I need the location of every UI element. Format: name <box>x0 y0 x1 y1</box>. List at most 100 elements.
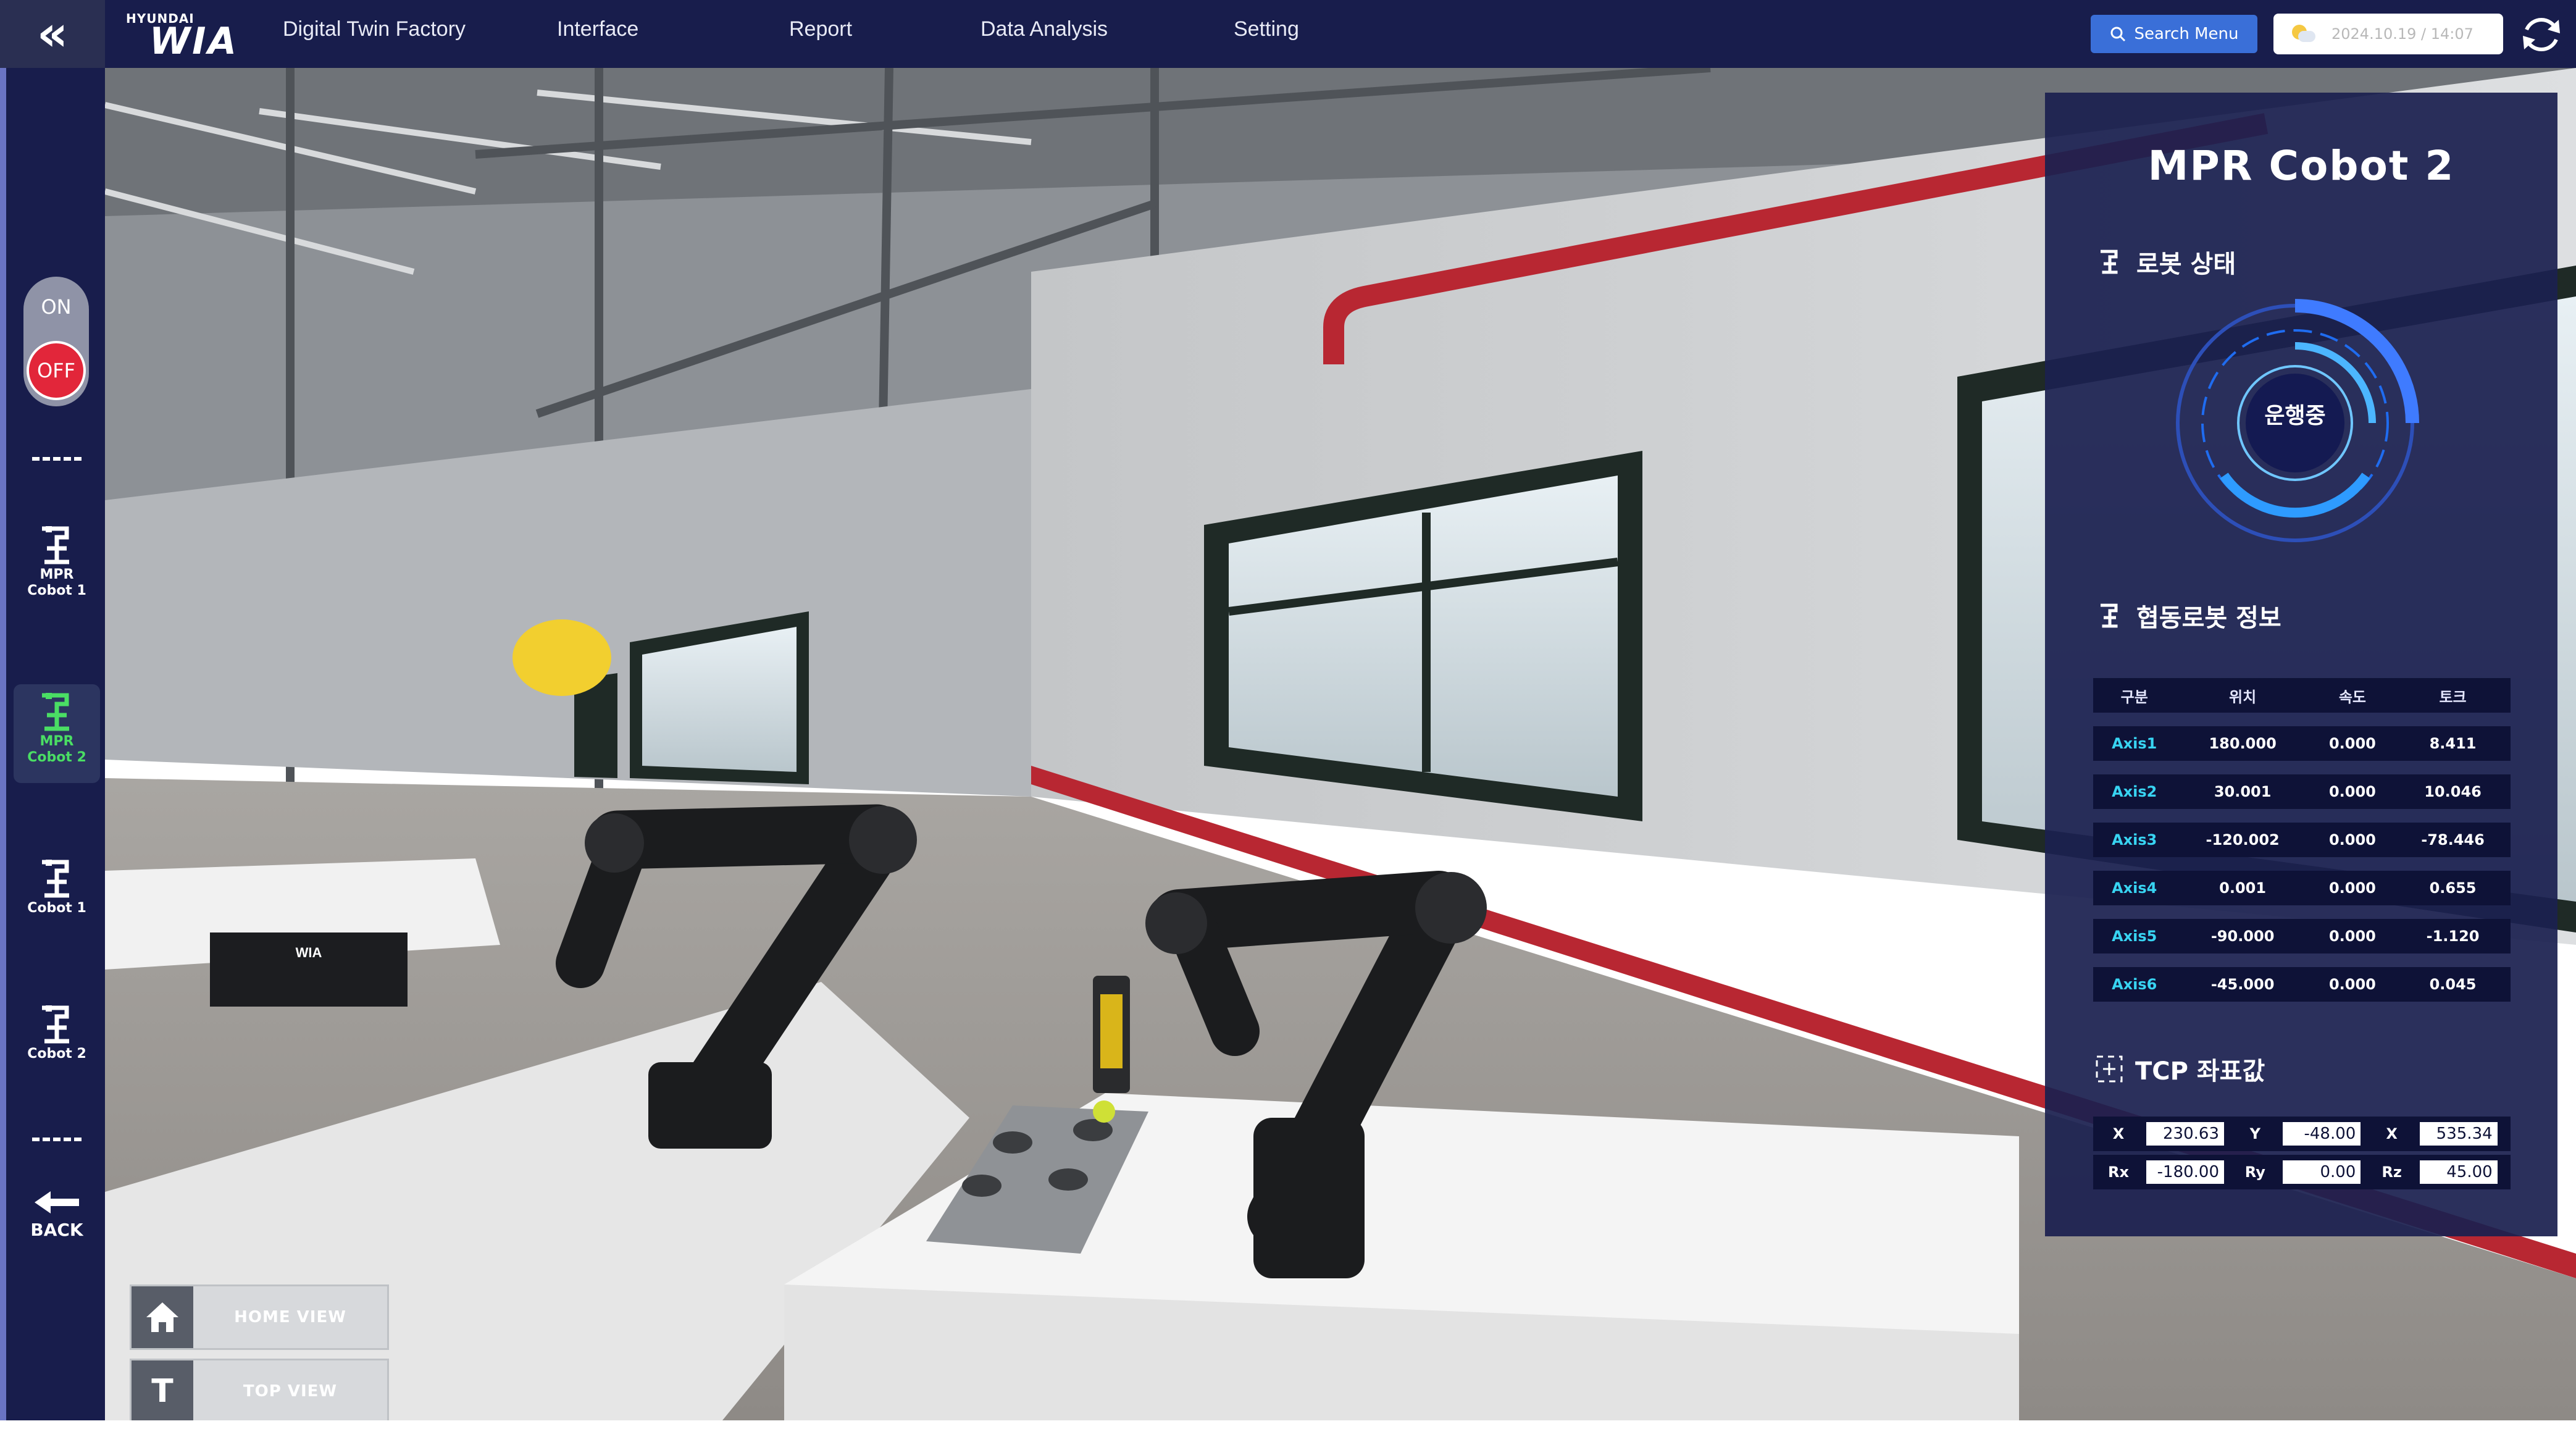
sidebar-accent-strip <box>0 68 6 1420</box>
tcp-cell: X 535.34 <box>2370 1122 2507 1146</box>
axis-torque-cell: 10.046 <box>2395 774 2511 809</box>
axis-position-cell: 180.000 <box>2175 726 2310 761</box>
tcp-value: -48.00 <box>2283 1122 2361 1146</box>
axis-torque-cell: 8.411 <box>2395 726 2511 761</box>
tcp-value: 535.34 <box>2419 1122 2498 1146</box>
column-header-position: 위치 <box>2175 678 2310 713</box>
power-off-knob: OFF <box>27 341 86 400</box>
sidebar-item-mpr-cobot-1[interactable]: MPR Cobot 1 <box>14 518 100 616</box>
tcp-title: TCP 좌표값 <box>2135 1057 2265 1086</box>
tcp-cell: Ry 0.00 <box>2233 1160 2370 1184</box>
axis-position-cell: -90.000 <box>2175 919 2310 953</box>
arrow-left-icon <box>35 1191 79 1213</box>
nav-data-analysis[interactable]: Data Analysis <box>981 17 1108 41</box>
tcp-key: X <box>2112 1125 2125 1142</box>
table-row: Axis1 180.000 0.000 8.411 <box>2093 726 2511 761</box>
table-row: Axis2 30.001 0.000 10.046 <box>2093 774 2511 809</box>
robot-arm-icon <box>2101 249 2118 274</box>
axis-position-cell: -120.002 <box>2175 823 2310 857</box>
nav-digital-twin-factory[interactable]: Digital Twin Factory <box>283 17 466 41</box>
cobot-info-heading: 협동로봇 정보 <box>2094 598 2281 634</box>
column-header-category: 구분 <box>2093 678 2176 713</box>
table-row: Axis5 -90.000 0.000 -1.120 <box>2093 919 2511 953</box>
tcp-key: Y <box>2249 1125 2261 1142</box>
robot-arm-icon <box>42 1005 69 1044</box>
refresh-icon[interactable] <box>2518 11 2565 58</box>
tcp-key: Rz <box>2382 1163 2402 1181</box>
home-icon <box>132 1286 193 1348</box>
tcp-value: 230.63 <box>2146 1122 2224 1146</box>
axis-torque-cell: 0.655 <box>2395 871 2511 905</box>
tcp-cell: Rz 45.00 <box>2370 1160 2507 1184</box>
cobot-info-title: 협동로봇 정보 <box>2136 604 2281 632</box>
sidebar-item-label: Cobot 1 <box>27 583 86 598</box>
axis-name-cell: Axis6 <box>2093 967 2176 1002</box>
axis-name-cell: Axis5 <box>2093 919 2176 953</box>
robot-status-value: 운행중 <box>2264 403 2326 429</box>
double-chevron-left-icon: « <box>36 6 69 62</box>
column-header-speed: 속도 <box>2309 678 2396 713</box>
nav-setting[interactable]: Setting <box>1234 17 1299 41</box>
weather-datetime-display: 2024.10.19 / 14:07 <box>2273 14 2503 54</box>
tcp-cell: X 230.63 <box>2097 1122 2233 1146</box>
axis-torque-cell: 0.045 <box>2395 967 2511 1002</box>
robot-arm-icon <box>42 693 69 731</box>
tcp-key: X <box>2386 1125 2398 1142</box>
tcp-value: 0.00 <box>2283 1160 2361 1184</box>
datetime-text: 2024.10.19 / 14:07 <box>2331 25 2474 43</box>
search-icon <box>2110 27 2125 42</box>
logo-main-text: WIA <box>149 20 238 63</box>
axis-speed-cell: 0.000 <box>2309 823 2396 857</box>
cobot-info-panel: MPR Cobot 2 로봇 상태 운행중 협동로봇 정보 구분 위치 속도 토… <box>2045 93 2557 1236</box>
nav-report[interactable]: Report <box>789 17 852 41</box>
robot-status-heading: 로봇 상태 <box>2094 244 2236 280</box>
robot-status-title: 로봇 상태 <box>2136 250 2236 279</box>
tcp-key: Ry <box>2244 1163 2265 1181</box>
axis-speed-cell: 0.000 <box>2309 871 2396 905</box>
tcp-value: 45.00 <box>2419 1160 2498 1184</box>
axis-speed-cell: 0.000 <box>2309 919 2396 953</box>
top-navigation-bar: « HYUNDAI WIA Digital Twin Factory Inter… <box>0 0 2576 68</box>
weather-partly-sunny-icon <box>2290 25 2315 43</box>
table-header-row: 구분 위치 속도 토크 <box>2093 678 2511 713</box>
sidebar-item-label: Cobot 2 <box>27 750 86 765</box>
home-view-button[interactable]: HOME VIEW <box>130 1284 389 1350</box>
sidebar-item-cobot-2[interactable]: Cobot 2 <box>14 997 100 1096</box>
axis-position-cell: 0.001 <box>2175 871 2310 905</box>
sidebar-divider <box>32 457 82 461</box>
tcp-heading: TCP 좌표값 <box>2094 1051 2265 1087</box>
sidebar-item-cobot-1[interactable]: Cobot 1 <box>14 851 100 950</box>
power-on-label: ON <box>41 295 72 319</box>
sidebar-item-label: Cobot 2 <box>27 1046 86 1062</box>
top-view-button[interactable]: T TOP VIEW <box>130 1359 389 1420</box>
sidebar-item-label: MPR <box>40 567 74 582</box>
search-menu-button[interactable]: Search Menu <box>2091 15 2257 53</box>
back-label: BACK <box>30 1220 83 1240</box>
axis-speed-cell: 0.000 <box>2309 726 2396 761</box>
back-button[interactable]: BACK <box>14 1189 100 1257</box>
tcp-cell: Y -48.00 <box>2233 1122 2370 1146</box>
axis-name-cell: Axis3 <box>2093 823 2176 857</box>
sidebar-item-mpr-cobot-2[interactable]: MPR Cobot 2 <box>14 684 100 783</box>
crosshair-icon <box>2096 1055 2123 1083</box>
axis-position-cell: 30.001 <box>2175 774 2310 809</box>
axis-info-table: 구분 위치 속도 토크 Axis1 180.000 0.000 8.411 Ax… <box>2093 664 2511 1015</box>
collapse-sidebar-button[interactable]: « <box>0 0 105 68</box>
table-row: Axis4 0.001 0.000 0.655 <box>2093 871 2511 905</box>
sidebar-item-label: Cobot 1 <box>27 900 86 916</box>
company-logo: HYUNDAI WIA <box>123 9 241 63</box>
panel-title: MPR Cobot 2 <box>2147 142 2455 190</box>
axis-name-cell: Axis1 <box>2093 726 2176 761</box>
axis-position-cell: -45.000 <box>2175 967 2310 1002</box>
axis-speed-cell: 0.000 <box>2309 774 2396 809</box>
power-toggle[interactable]: ON OFF <box>23 277 89 406</box>
axis-name-cell: Axis4 <box>2093 871 2176 905</box>
sidebar-divider <box>32 1138 82 1141</box>
robot-arm-icon <box>42 860 69 898</box>
column-header-torque: 토크 <box>2395 678 2511 713</box>
axis-torque-cell: -1.120 <box>2395 919 2511 953</box>
tcp-rotation-row: Rx -180.00 Ry 0.00 Rz 45.00 <box>2093 1155 2511 1189</box>
table-row: Axis6 -45.000 0.000 0.045 <box>2093 967 2511 1002</box>
tcp-position-row: X 230.63 Y -48.00 X 535.34 <box>2093 1117 2511 1151</box>
nav-interface[interactable]: Interface <box>557 17 638 41</box>
